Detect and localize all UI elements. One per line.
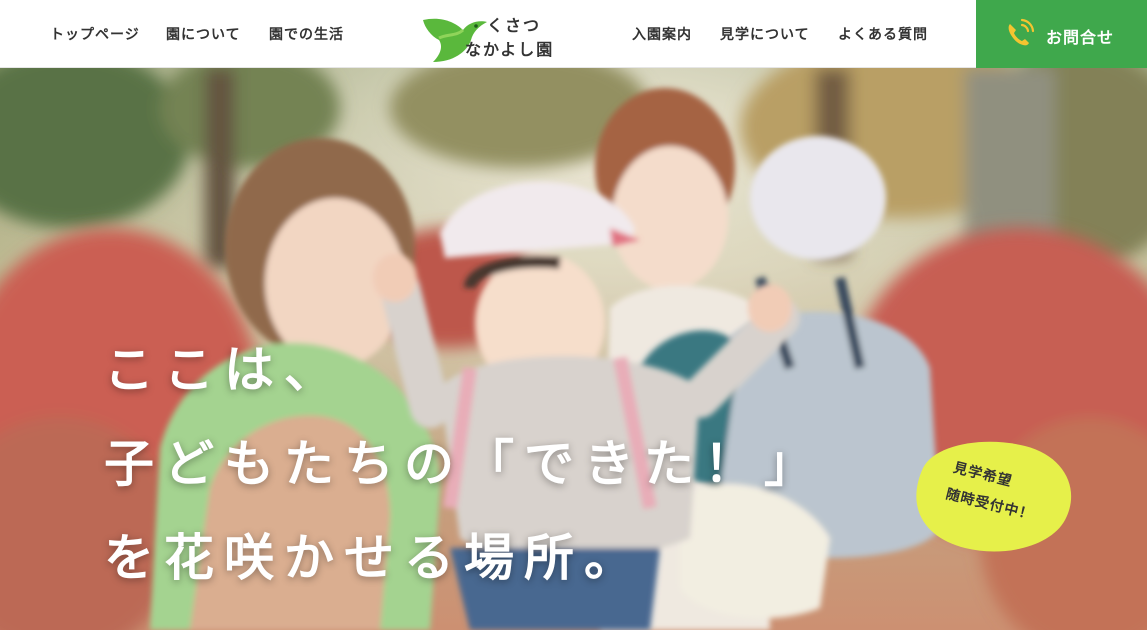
site-logo[interactable]: くさつ なかよし園 (421, 8, 561, 63)
logo-text-line1: くさつ (487, 16, 542, 35)
phone-icon (1008, 18, 1035, 46)
visit-badge[interactable]: 見学希望 随時受付中！ (905, 438, 1075, 554)
nav-faq[interactable]: よくある質問 (838, 24, 928, 44)
logo-text-line2: なかよし園 (465, 40, 555, 59)
nav-daily-life[interactable]: 園での生活 (269, 24, 344, 44)
contact-label: お問合せ (1046, 28, 1115, 47)
nav-visit[interactable]: 見学について (720, 24, 810, 44)
contact-button[interactable]: お問合せ (976, 0, 1147, 68)
hero-headline-line1: ここは、 (104, 341, 344, 399)
nav-top-page[interactable]: トップページ (50, 24, 140, 44)
site-header: トップページ 園について 園での生活 くさつ なかよし園 入園案内 見学について… (0, 0, 1147, 68)
nav-admission[interactable]: 入園案内 (632, 24, 692, 44)
hero-headline-line3: を花咲かせる場所。 (104, 529, 644, 587)
nav-about[interactable]: 園について (166, 24, 241, 44)
hero-headline-line2: 子どもたちの「できた！」 (104, 435, 824, 493)
